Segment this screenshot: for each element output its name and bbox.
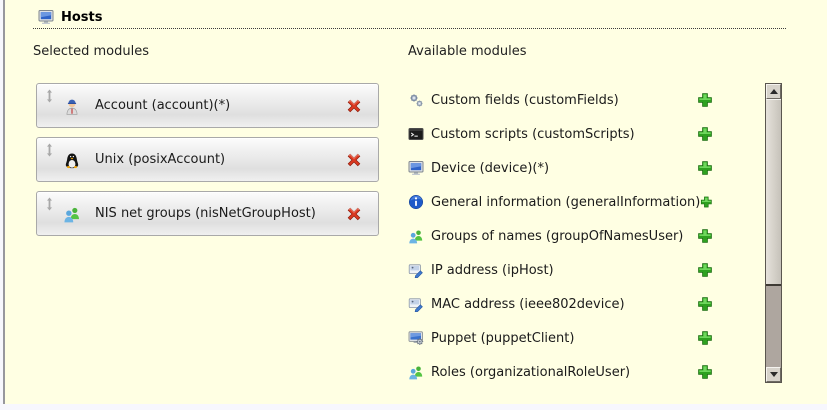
available-module-label: Custom fields (customFields) xyxy=(431,93,619,108)
available-module-row: Custom scripts (customScripts) xyxy=(408,117,713,151)
user-group-icon xyxy=(408,228,424,244)
remove-module-button[interactable] xyxy=(346,206,362,222)
add-module-button[interactable] xyxy=(697,330,713,346)
user-group-icon xyxy=(63,205,81,223)
move-vertical-icon[interactable] xyxy=(45,197,54,211)
hosts-module-settings-page: Hosts Selected modules Available modules… xyxy=(0,0,827,410)
info-icon xyxy=(408,194,424,210)
available-module-row: General information (generalInformation) xyxy=(408,185,713,219)
add-module-button[interactable] xyxy=(697,160,713,176)
selected-modules-list: Account (account)(*) Unix (posixAccount) N… xyxy=(36,83,379,245)
available-module-row: Groups of names (groupOfNamesUser) xyxy=(408,219,713,253)
available-module-label: Puppet (puppetClient) xyxy=(431,331,574,346)
triangle-up-icon xyxy=(770,89,778,94)
triangle-down-icon xyxy=(770,372,778,377)
puppet-monitor-gear-icon xyxy=(408,330,424,346)
terminal-icon xyxy=(408,126,424,142)
network-edit-icon xyxy=(408,296,424,312)
add-module-button[interactable] xyxy=(700,194,713,210)
gears-icon xyxy=(408,92,424,108)
monitor-icon xyxy=(408,160,424,176)
available-module-label: MAC address (ieee802device) xyxy=(431,297,625,312)
selected-module-label: NIS net groups (nisNetGroupHost) xyxy=(95,206,316,221)
available-module-row: Roles (organizationalRoleUser) xyxy=(408,355,713,389)
available-module-label: Groups of names (groupOfNamesUser) xyxy=(431,229,683,244)
left-vertical-rule xyxy=(3,0,5,404)
remove-module-button[interactable] xyxy=(346,152,362,168)
available-module-row: Device (device)(*) xyxy=(408,151,713,185)
available-module-label: Custom scripts (customScripts) xyxy=(431,127,635,142)
monitor-icon xyxy=(38,9,54,25)
add-module-button[interactable] xyxy=(697,364,713,380)
add-module-button[interactable] xyxy=(697,126,713,142)
selected-module-row[interactable]: Unix (posixAccount) xyxy=(36,137,379,182)
add-module-button[interactable] xyxy=(697,262,713,278)
account-person-icon xyxy=(63,97,81,115)
selected-modules-label: Selected modules xyxy=(33,44,149,59)
available-module-label: Roles (organizationalRoleUser) xyxy=(431,365,630,380)
scroll-down-button[interactable] xyxy=(766,367,781,382)
available-module-row: MAC address (ieee802device) xyxy=(408,287,713,321)
move-vertical-icon[interactable] xyxy=(45,143,54,157)
bottom-edge-strip xyxy=(0,404,827,410)
available-modules-list: Custom fields (customFields) Custom scrip… xyxy=(408,83,713,389)
user-group-icon xyxy=(408,364,424,380)
network-edit-icon xyxy=(408,262,424,278)
add-module-button[interactable] xyxy=(697,92,713,108)
section-header: Hosts xyxy=(33,6,786,29)
tux-penguin-icon xyxy=(63,151,81,169)
available-module-label: General information (generalInformation) xyxy=(431,195,700,210)
available-module-label: IP address (ipHost) xyxy=(431,263,554,278)
selected-module-row[interactable]: NIS net groups (nisNetGroupHost) xyxy=(36,191,379,236)
page-title: Hosts xyxy=(61,10,103,25)
selected-module-label: Unix (posixAccount) xyxy=(95,152,225,167)
add-module-button[interactable] xyxy=(697,228,713,244)
available-module-row: Custom fields (customFields) xyxy=(408,83,713,117)
available-module-row: Puppet (puppetClient) xyxy=(408,321,713,355)
available-module-label: Device (device)(*) xyxy=(431,161,549,176)
available-modules-scrollbar[interactable] xyxy=(765,83,782,383)
remove-module-button[interactable] xyxy=(346,98,362,114)
move-vertical-icon[interactable] xyxy=(45,89,54,103)
selected-module-label: Account (account)(*) xyxy=(95,98,230,113)
selected-module-row[interactable]: Account (account)(*) xyxy=(36,83,379,128)
available-modules-label: Available modules xyxy=(408,44,526,59)
available-module-row: IP address (ipHost) xyxy=(408,253,713,287)
scrollbar-thumb[interactable] xyxy=(766,99,781,286)
scroll-up-button[interactable] xyxy=(766,84,781,99)
add-module-button[interactable] xyxy=(697,296,713,312)
scrollbar-track[interactable] xyxy=(766,99,781,367)
